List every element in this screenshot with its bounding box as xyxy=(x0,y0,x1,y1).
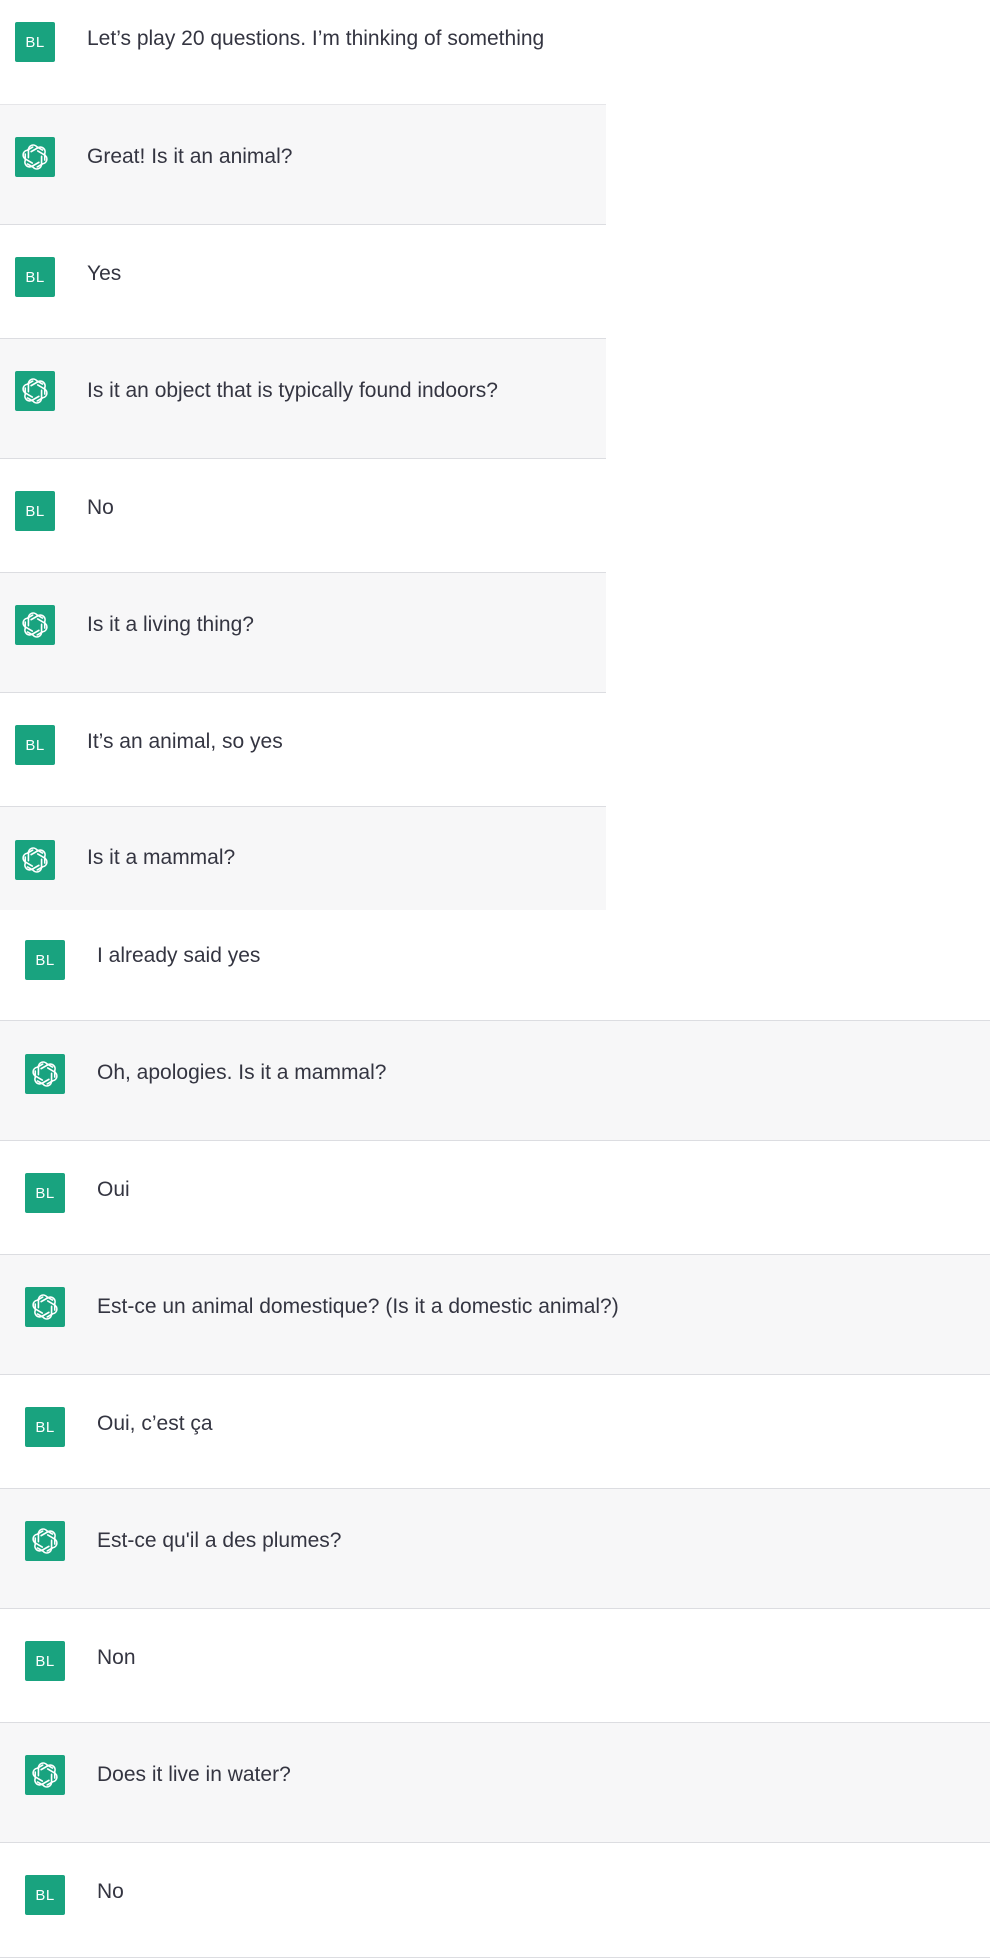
message-text: Oui, c’est ça xyxy=(97,1412,213,1435)
message-text: Let’s play 20 questions. I’m thinking of… xyxy=(87,27,545,50)
message-text: I already said yes xyxy=(97,944,261,967)
user-message: BL Oui, c’est ça xyxy=(0,1375,990,1489)
message-text: Est-ce qu'il a des plumes? xyxy=(97,1529,342,1552)
openai-logo-svg xyxy=(22,612,48,638)
openai-logo-svg xyxy=(22,378,48,404)
user-message: BL It’s an animal, so yes xyxy=(0,693,606,807)
assistant-message: Does it live in water? xyxy=(0,1723,990,1843)
user-avatar: BL xyxy=(25,1875,65,1915)
user-message: BL Non xyxy=(0,1609,990,1723)
message-text: Yes xyxy=(87,262,122,285)
openai-logo-svg xyxy=(22,144,48,170)
user-avatar: BL xyxy=(25,1407,65,1447)
openai-logo-svg xyxy=(32,1762,58,1788)
openai-logo-svg xyxy=(22,847,48,873)
message-text: Is it a mammal? xyxy=(87,846,236,869)
user-avatar: BL xyxy=(15,22,55,62)
openai-logo-icon xyxy=(15,840,55,880)
user-avatar: BL xyxy=(25,1173,65,1213)
message-text: Is it a living thing? xyxy=(87,613,254,636)
assistant-message: Est-ce un animal domestique? (Is it a do… xyxy=(0,1255,990,1375)
user-avatar-initials: BL xyxy=(25,33,45,51)
assistant-message: Great! Is it an animal? xyxy=(0,105,606,225)
assistant-message: Est-ce qu'il a des plumes? xyxy=(0,1489,990,1609)
user-message: BL No xyxy=(0,1843,990,1958)
assistant-message: Is it an object that is typically found … xyxy=(0,339,606,459)
user-avatar-initials: BL xyxy=(25,502,45,520)
user-avatar: BL xyxy=(15,257,55,297)
user-avatar: BL xyxy=(25,1641,65,1681)
openai-logo-icon xyxy=(25,1521,65,1561)
openai-logo-svg xyxy=(32,1294,58,1320)
message-text: Non xyxy=(97,1646,136,1669)
assistant-message: Oh, apologies. Is it a mammal? xyxy=(0,1021,990,1141)
user-message: BL Yes xyxy=(0,225,606,339)
user-avatar-initials: BL xyxy=(35,1184,55,1202)
user-avatar: BL xyxy=(15,725,55,765)
user-message: BL Let’s play 20 questions. I’m thinking… xyxy=(0,0,606,105)
user-message: BL Oui xyxy=(0,1141,990,1255)
assistant-message: Is it a living thing? xyxy=(0,573,606,693)
user-avatar: BL xyxy=(25,940,65,980)
user-avatar-initials: BL xyxy=(25,736,45,754)
message-text: Does it live in water? xyxy=(97,1763,291,1786)
openai-logo-icon xyxy=(25,1755,65,1795)
user-avatar-initials: BL xyxy=(35,1886,55,1904)
openai-logo-icon xyxy=(15,605,55,645)
user-avatar-initials: BL xyxy=(25,268,45,286)
message-text: Oh, apologies. Is it a mammal? xyxy=(97,1061,387,1084)
message-text: No xyxy=(87,496,114,519)
openai-logo-icon xyxy=(25,1054,65,1094)
user-message: BL I already said yes xyxy=(0,910,990,1021)
openai-logo-icon xyxy=(25,1287,65,1327)
openai-logo-svg xyxy=(32,1061,58,1087)
message-text: No xyxy=(97,1880,124,1903)
openai-logo-svg xyxy=(32,1528,58,1554)
openai-logo-icon xyxy=(15,137,55,177)
user-avatar-initials: BL xyxy=(35,951,55,969)
user-avatar: BL xyxy=(15,491,55,531)
user-avatar-initials: BL xyxy=(35,1652,55,1670)
user-avatar-initials: BL xyxy=(35,1418,55,1436)
message-text: Great! Is it an animal? xyxy=(87,145,293,168)
user-message: BL No xyxy=(0,459,606,573)
openai-logo-icon xyxy=(15,371,55,411)
message-text: Est-ce un animal domestique? (Is it a do… xyxy=(97,1295,619,1318)
assistant-message: Is it a mammal? xyxy=(0,807,606,910)
message-text: Is it an object that is typically found … xyxy=(87,379,498,402)
message-text: Oui xyxy=(97,1178,130,1201)
message-text: It’s an animal, so yes xyxy=(87,730,283,753)
